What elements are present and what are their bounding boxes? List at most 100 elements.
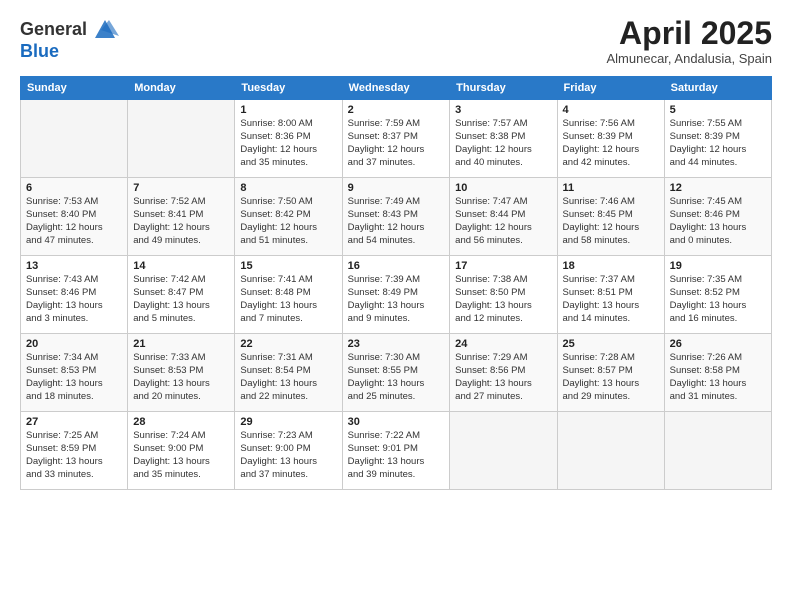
table-row xyxy=(557,412,664,490)
day-number: 23 xyxy=(348,338,445,350)
logo-general: General xyxy=(20,20,87,40)
day-info: Sunrise: 7:46 AM Sunset: 8:45 PM Dayligh… xyxy=(563,196,659,247)
day-info: Sunrise: 7:37 AM Sunset: 8:51 PM Dayligh… xyxy=(563,274,659,325)
day-number: 9 xyxy=(348,182,445,194)
calendar-week-row: 6 Sunrise: 7:53 AM Sunset: 8:40 PM Daylig… xyxy=(21,178,772,256)
day-info: Sunrise: 7:39 AM Sunset: 8:49 PM Dayligh… xyxy=(348,274,445,325)
col-friday: Friday xyxy=(557,77,664,100)
table-row: 25 Sunrise: 7:28 AM Sunset: 8:57 PM Dayli… xyxy=(557,334,664,412)
day-info: Sunrise: 7:55 AM Sunset: 8:39 PM Dayligh… xyxy=(670,118,766,169)
table-row: 13 Sunrise: 7:43 AM Sunset: 8:46 PM Dayli… xyxy=(21,256,128,334)
calendar-table: Sunday Monday Tuesday Wednesday Thursday… xyxy=(20,76,772,490)
day-info: Sunrise: 7:33 AM Sunset: 8:53 PM Dayligh… xyxy=(133,352,229,403)
table-row: 9 Sunrise: 7:49 AM Sunset: 8:43 PM Daylig… xyxy=(342,178,450,256)
table-row: 19 Sunrise: 7:35 AM Sunset: 8:52 PM Dayli… xyxy=(664,256,771,334)
day-number: 18 xyxy=(563,260,659,272)
table-row: 8Sunrise: 7:50 AM Sunset: 8:42 PM Daylig… xyxy=(235,178,342,256)
col-tuesday: Tuesday xyxy=(235,77,342,100)
table-row: 6 Sunrise: 7:53 AM Sunset: 8:40 PM Daylig… xyxy=(21,178,128,256)
calendar-header-row: Sunday Monday Tuesday Wednesday Thursday… xyxy=(21,77,772,100)
table-row xyxy=(450,412,557,490)
day-number: 24 xyxy=(455,338,551,350)
col-wednesday: Wednesday xyxy=(342,77,450,100)
day-number: 7 xyxy=(133,182,229,194)
day-info: Sunrise: 7:53 AM Sunset: 8:40 PM Dayligh… xyxy=(26,196,122,247)
day-info: Sunrise: 7:24 AM Sunset: 9:00 PM Dayligh… xyxy=(133,430,229,481)
day-number: 28 xyxy=(133,416,229,428)
day-number: 30 xyxy=(348,416,445,428)
table-row: 22 Sunrise: 7:31 AM Sunset: 8:54 PM Dayli… xyxy=(235,334,342,412)
day-number: 17 xyxy=(455,260,551,272)
day-info: Sunrise: 7:28 AM Sunset: 8:57 PM Dayligh… xyxy=(563,352,659,403)
day-info: Sunrise: 7:26 AM Sunset: 8:58 PM Dayligh… xyxy=(670,352,766,403)
table-row: 11 Sunrise: 7:46 AM Sunset: 8:45 PM Dayli… xyxy=(557,178,664,256)
table-row: 15Sunrise: 7:41 AM Sunset: 8:48 PM Dayli… xyxy=(235,256,342,334)
day-info: Sunrise: 7:49 AM Sunset: 8:43 PM Dayligh… xyxy=(348,196,445,247)
table-row: 27Sunrise: 7:25 AM Sunset: 8:59 PM Dayli… xyxy=(21,412,128,490)
table-row xyxy=(21,100,128,178)
day-number: 8 xyxy=(240,182,336,194)
table-row: 21 Sunrise: 7:33 AM Sunset: 8:53 PM Dayli… xyxy=(128,334,235,412)
day-info: Sunrise: 7:22 AM Sunset: 9:01 PM Dayligh… xyxy=(348,430,445,481)
table-row: 10Sunrise: 7:47 AM Sunset: 8:44 PM Dayli… xyxy=(450,178,557,256)
day-info: Sunrise: 7:30 AM Sunset: 8:55 PM Dayligh… xyxy=(348,352,445,403)
day-number: 5 xyxy=(670,104,766,116)
table-row: 18 Sunrise: 7:37 AM Sunset: 8:51 PM Dayli… xyxy=(557,256,664,334)
table-row: 30 Sunrise: 7:22 AM Sunset: 9:01 PM Dayli… xyxy=(342,412,450,490)
table-row: 29 Sunrise: 7:23 AM Sunset: 9:00 PM Dayli… xyxy=(235,412,342,490)
day-number: 3 xyxy=(455,104,551,116)
day-info: Sunrise: 7:43 AM Sunset: 8:46 PM Dayligh… xyxy=(26,274,122,325)
day-number: 25 xyxy=(563,338,659,350)
day-number: 22 xyxy=(240,338,336,350)
day-info: Sunrise: 7:29 AM Sunset: 8:56 PM Dayligh… xyxy=(455,352,551,403)
table-row: 16 Sunrise: 7:39 AM Sunset: 8:49 PM Dayli… xyxy=(342,256,450,334)
day-info: Sunrise: 7:45 AM Sunset: 8:46 PM Dayligh… xyxy=(670,196,766,247)
day-number: 29 xyxy=(240,416,336,428)
day-number: 20 xyxy=(26,338,122,350)
title-location: Almunecar, Andalusia, Spain xyxy=(607,51,773,66)
table-row: 17 Sunrise: 7:38 AM Sunset: 8:50 PM Dayli… xyxy=(450,256,557,334)
logo-blue: Blue xyxy=(20,42,119,62)
day-number: 10 xyxy=(455,182,551,194)
table-row: 2Sunrise: 7:59 AM Sunset: 8:37 PM Daylig… xyxy=(342,100,450,178)
day-info: Sunrise: 7:42 AM Sunset: 8:47 PM Dayligh… xyxy=(133,274,229,325)
day-number: 14 xyxy=(133,260,229,272)
col-monday: Monday xyxy=(128,77,235,100)
day-info: Sunrise: 7:35 AM Sunset: 8:52 PM Dayligh… xyxy=(670,274,766,325)
table-row: 12 Sunrise: 7:45 AM Sunset: 8:46 PM Dayli… xyxy=(664,178,771,256)
day-info: Sunrise: 7:52 AM Sunset: 8:41 PM Dayligh… xyxy=(133,196,229,247)
day-number: 12 xyxy=(670,182,766,194)
day-info: Sunrise: 7:34 AM Sunset: 8:53 PM Dayligh… xyxy=(26,352,122,403)
day-info: Sunrise: 7:38 AM Sunset: 8:50 PM Dayligh… xyxy=(455,274,551,325)
day-info: Sunrise: 7:56 AM Sunset: 8:39 PM Dayligh… xyxy=(563,118,659,169)
day-number: 16 xyxy=(348,260,445,272)
calendar-week-row: 1Sunrise: 8:00 AM Sunset: 8:36 PM Daylig… xyxy=(21,100,772,178)
day-info: Sunrise: 7:57 AM Sunset: 8:38 PM Dayligh… xyxy=(455,118,551,169)
day-number: 13 xyxy=(26,260,122,272)
title-month: April 2025 xyxy=(607,16,773,51)
day-number: 2 xyxy=(348,104,445,116)
table-row: 28 Sunrise: 7:24 AM Sunset: 9:00 PM Dayli… xyxy=(128,412,235,490)
day-info: Sunrise: 7:23 AM Sunset: 9:00 PM Dayligh… xyxy=(240,430,336,481)
logo-icon xyxy=(91,16,119,44)
day-number: 11 xyxy=(563,182,659,194)
table-row: 14 Sunrise: 7:42 AM Sunset: 8:47 PM Dayli… xyxy=(128,256,235,334)
day-number: 19 xyxy=(670,260,766,272)
day-info: Sunrise: 7:31 AM Sunset: 8:54 PM Dayligh… xyxy=(240,352,336,403)
day-number: 21 xyxy=(133,338,229,350)
table-row: 23 Sunrise: 7:30 AM Sunset: 8:55 PM Dayli… xyxy=(342,334,450,412)
day-number: 27 xyxy=(26,416,122,428)
calendar-week-row: 13 Sunrise: 7:43 AM Sunset: 8:46 PM Dayli… xyxy=(21,256,772,334)
table-row: 3 Sunrise: 7:57 AM Sunset: 8:38 PM Daylig… xyxy=(450,100,557,178)
calendar-week-row: 27Sunrise: 7:25 AM Sunset: 8:59 PM Dayli… xyxy=(21,412,772,490)
logo: General Blue xyxy=(20,16,119,62)
table-row: 5 Sunrise: 7:55 AM Sunset: 8:39 PM Daylig… xyxy=(664,100,771,178)
day-number: 1 xyxy=(240,104,336,116)
table-row: 24 Sunrise: 7:29 AM Sunset: 8:56 PM Dayli… xyxy=(450,334,557,412)
col-saturday: Saturday xyxy=(664,77,771,100)
title-block: April 2025 Almunecar, Andalusia, Spain xyxy=(607,16,773,66)
page-header: General Blue April 2025 Almunecar, Andal… xyxy=(20,16,772,66)
day-number: 6 xyxy=(26,182,122,194)
table-row: 26Sunrise: 7:26 AM Sunset: 8:58 PM Dayli… xyxy=(664,334,771,412)
table-row: 7 Sunrise: 7:52 AM Sunset: 8:41 PM Daylig… xyxy=(128,178,235,256)
